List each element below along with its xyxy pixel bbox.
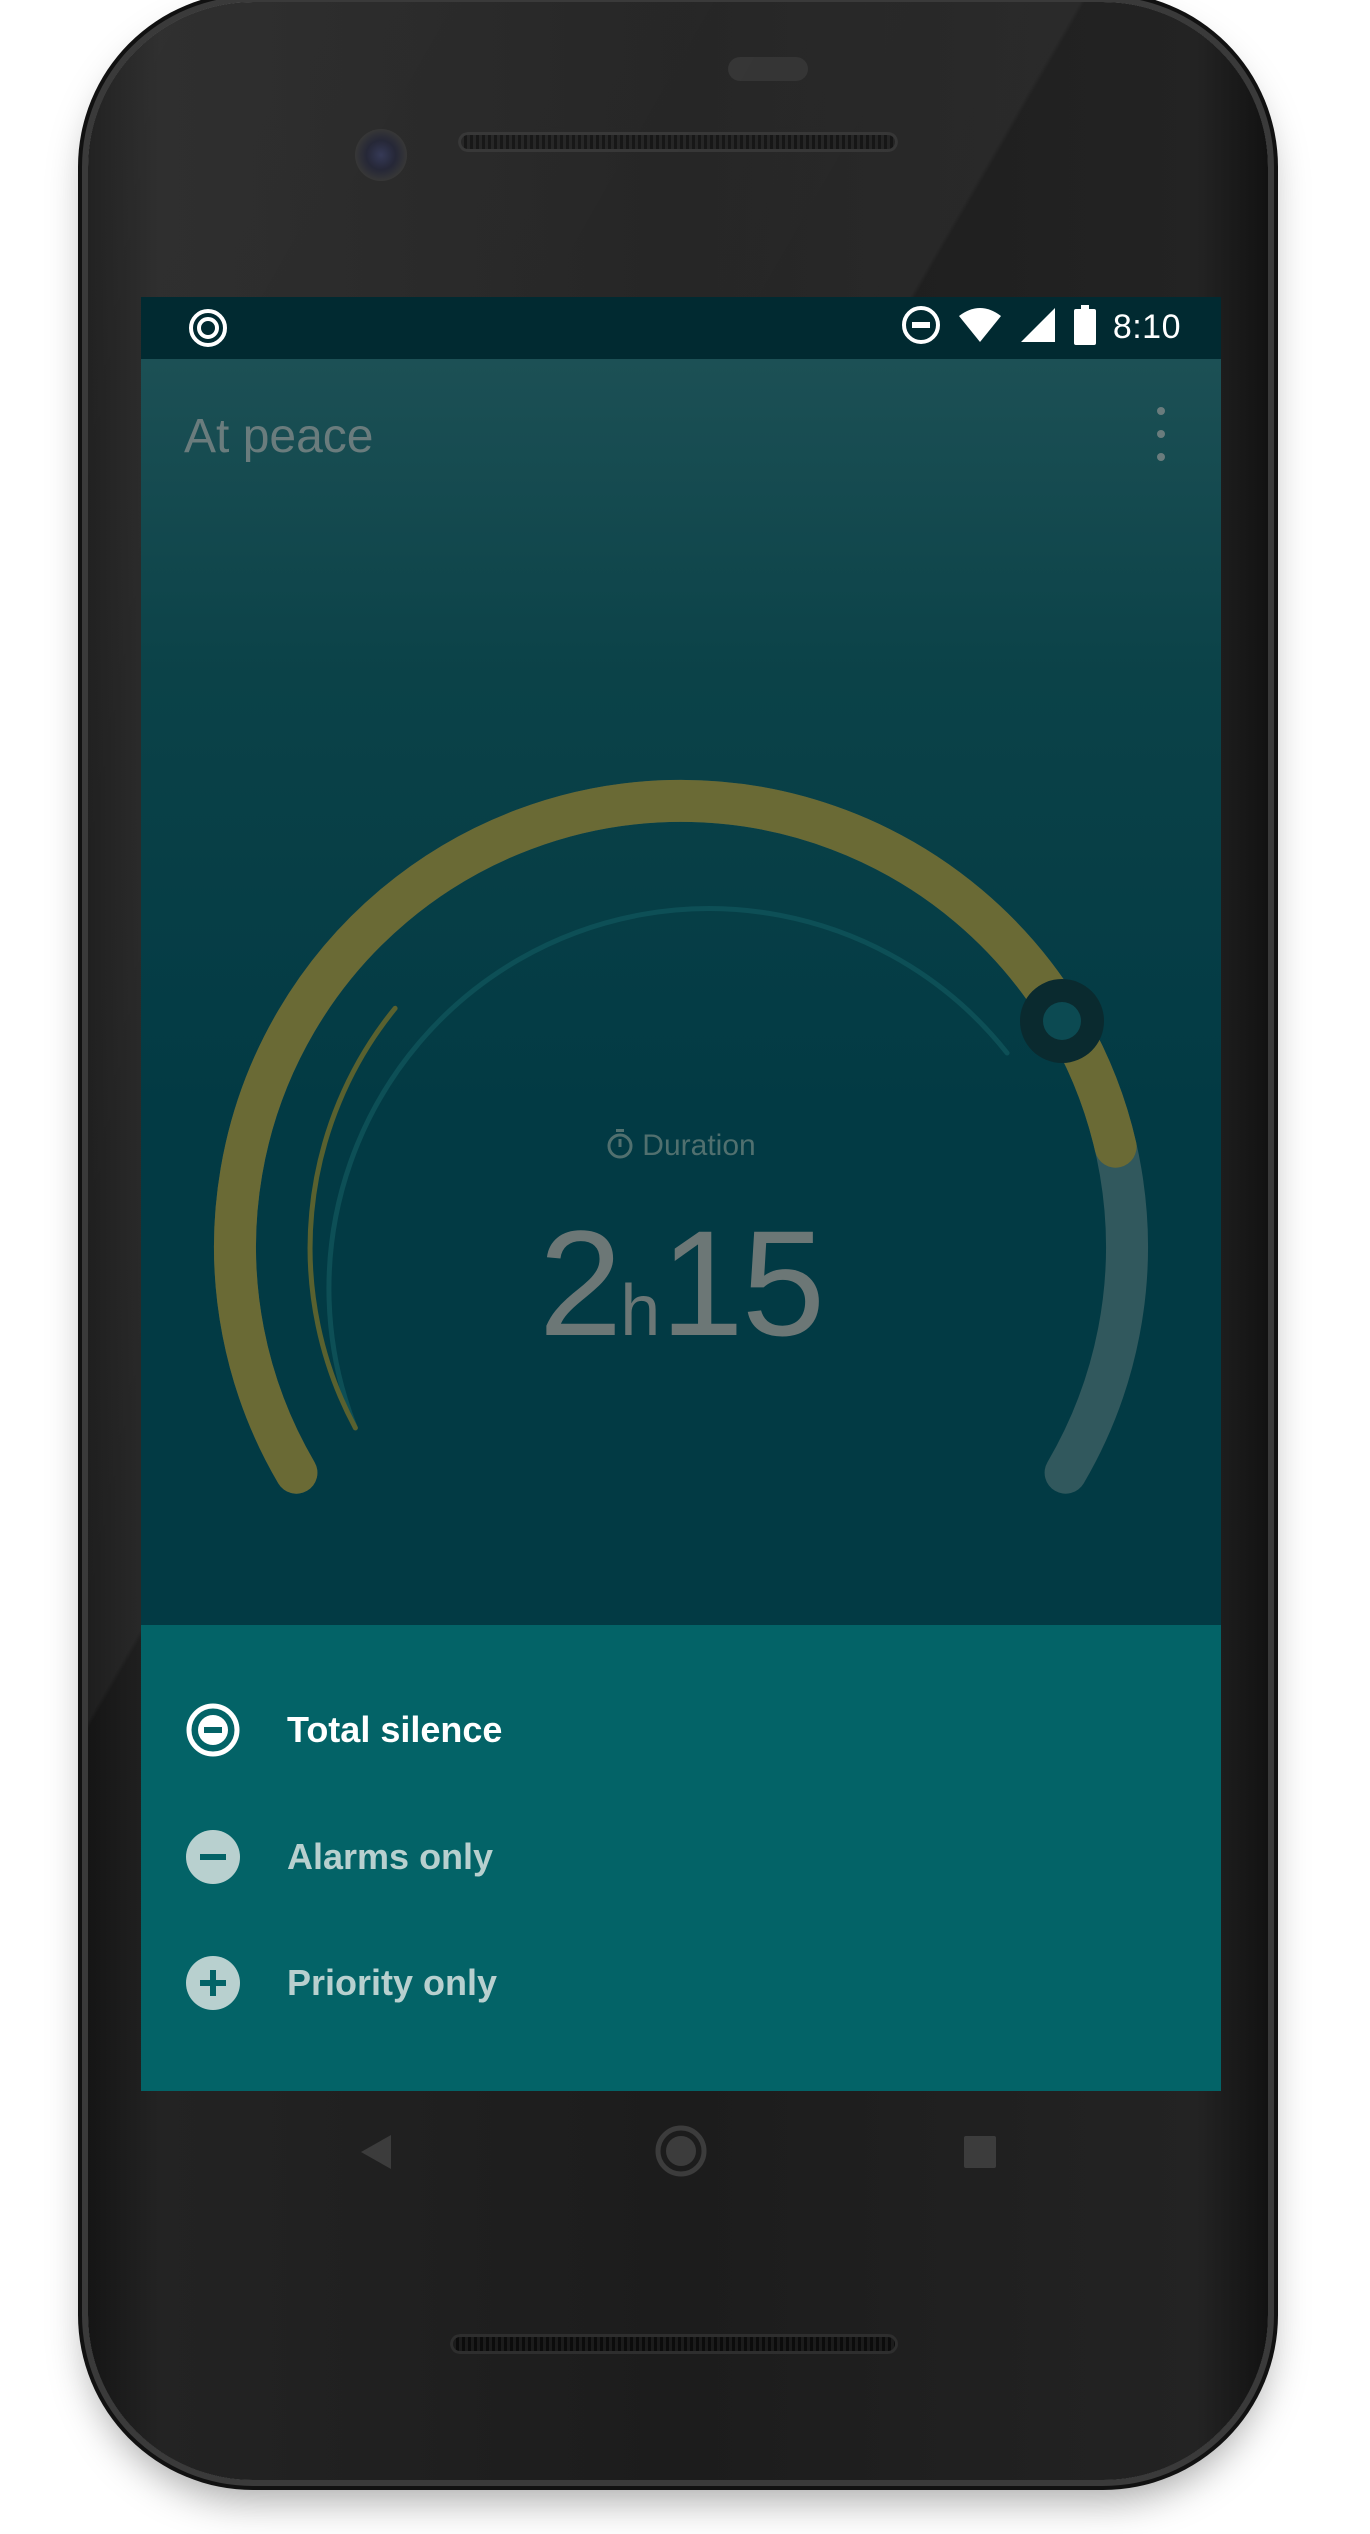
duration-minutes: 15: [660, 1199, 825, 1367]
mode-label: Priority only: [287, 1962, 498, 2003]
mode-priority-only[interactable]: Priority only: [141, 1928, 1221, 2038]
bottom-speaker-grille: [450, 2334, 898, 2354]
navigation-bar: [141, 2091, 1221, 2211]
duration-hours-unit: h: [620, 1271, 661, 1351]
device-mockup: 8:10 At peace Duration 2h15 Total silenc…: [0, 0, 1370, 2534]
screen: 8:10 At peace Duration 2h15 Total silenc…: [141, 297, 1221, 2091]
dial-handle: [1020, 979, 1104, 1063]
plus-circle-icon: [185, 1955, 241, 2011]
duration-label: Duration: [141, 1129, 1221, 1167]
mode-label: Alarms only: [287, 1836, 494, 1877]
front-camera: [355, 129, 407, 181]
mode-alarms-only[interactable]: Alarms only: [141, 1802, 1221, 1912]
mode-total-silence[interactable]: Total silence: [141, 1675, 1221, 1785]
back-triangle-icon[interactable]: [359, 2133, 393, 2176]
mode-label: Total silence: [287, 1709, 503, 1750]
top-speaker-grille: [458, 132, 898, 152]
do-not-disturb-icon: [185, 1702, 241, 1758]
duration-value: 2h15: [141, 1197, 1221, 1370]
duration-hours: 2: [538, 1199, 622, 1367]
recents-square-icon[interactable]: [963, 2135, 997, 2174]
mode-list: Total silence Alarms only Priority only: [141, 1625, 1221, 2091]
duration-dial[interactable]: [141, 297, 1221, 1625]
minus-circle-icon: [185, 1829, 241, 1885]
stopwatch-icon: [606, 1129, 634, 1167]
top-sensor: [728, 57, 808, 81]
duration-label-text: Duration: [642, 1129, 756, 1162]
home-circle-icon[interactable]: [655, 2125, 707, 2182]
